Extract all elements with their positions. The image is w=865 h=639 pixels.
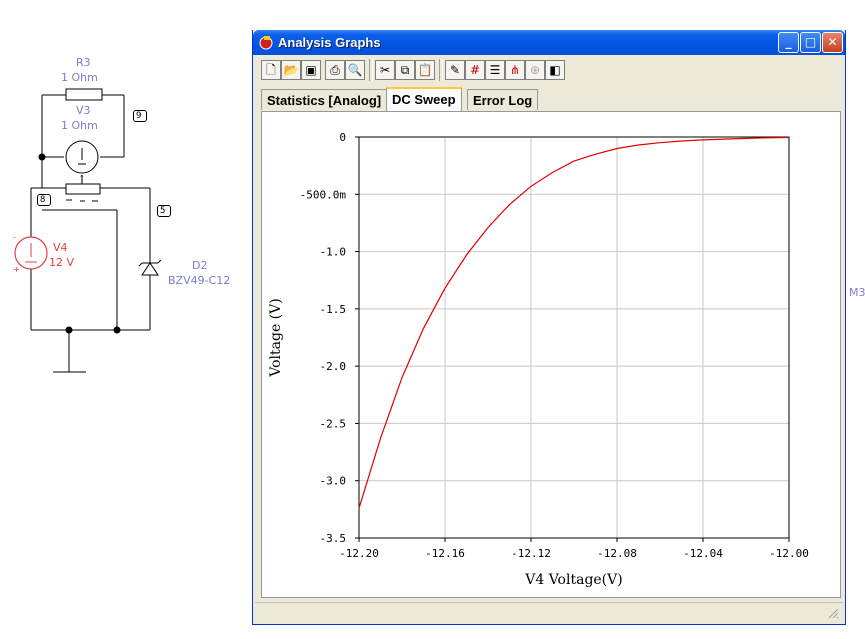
v4-name: V4 [53,241,68,254]
overview-icon: ◧ [549,63,561,77]
new-button[interactable]: 🗋 [261,60,281,80]
v3-value: 1 Ohm [61,119,98,132]
maximize-button[interactable]: □ [800,32,821,53]
status-bar [255,602,843,621]
series-line [358,136,790,509]
minimize-icon: _ [785,35,792,49]
cursor-icon: ⋔ [509,63,521,77]
d2-value: BZV49-C12 [168,274,231,287]
y-tick-label: -2.0 [320,360,347,373]
zener-diode-d2 [138,259,162,276]
close-icon: ✕ [827,35,838,49]
analysis-graphs-window[interactable]: Analysis Graphs _ □ ✕ 🗋 📂 ▣ ⎙ 🔍 ✂ ⧉ 📋 ✎ … [252,30,846,625]
copy-button[interactable]: ⧉ [395,60,415,80]
save-icon: ▣ [305,63,317,77]
r3-name: R3 [76,56,91,69]
toolbar: 🗋 📂 ▣ ⎙ 🔍 ✂ ⧉ 📋 ✎ # ☰ ⋔ ⊕ ◧ [257,58,609,84]
properties-icon: ✎ [449,63,461,77]
y-tick-label: -1.5 [320,303,347,316]
resistor-meter [65,183,101,195]
print-button[interactable]: ⎙ [325,60,345,80]
app-icon [259,36,273,50]
open-icon: 📂 [283,63,299,77]
cut-icon: ✂ [379,63,391,77]
print-preview-icon: 🔍 [347,63,363,77]
v3-name: V3 [76,104,91,117]
grid-icon: # [469,63,481,77]
x-tick-label: -12.16 [425,547,465,560]
circuit-schematic: ↑ - + [13,88,162,373]
tab-statistics-analog[interactable]: Statistics [Analog] [261,89,388,110]
node-label-8[interactable]: 8 [37,194,52,206]
x-tick-label: -12.20 [339,547,379,560]
legend-button[interactable]: ☰ [485,60,505,80]
d2-name: D2 [192,259,208,272]
side-label-m3: M3 [849,286,865,299]
svg-text:↑: ↑ [79,174,85,182]
x-axis-title: V4 Voltage(V) [524,572,622,588]
new-icon: 🗋 [266,63,276,77]
x-tick-label: -12.12 [511,547,551,560]
paste-icon: 📋 [417,63,433,77]
y-axis-title: Voltage (V) [268,298,284,377]
v4-value: 12 V [49,256,75,269]
grid-layer [359,137,789,538]
save-button[interactable]: ▣ [301,60,321,80]
zoom-icon: ⊕ [529,63,541,77]
svg-text:-: - [13,233,16,242]
node-label-5[interactable]: 5 [157,205,172,217]
cursor-button[interactable]: ⋔ [505,60,525,80]
y-tick-label: 0 [339,131,346,144]
cut-button[interactable]: ✂ [375,60,395,80]
x-tick-label: -12.00 [769,547,809,560]
properties-button[interactable]: ✎ [445,60,465,80]
print-icon: ⎙ [330,63,340,77]
svg-text:+: + [13,265,20,274]
resize-grip-icon[interactable] [827,607,839,619]
window-title: Analysis Graphs [278,35,381,50]
dc-sweep-chart[interactable]: -12.20 -12.16 -12.12 -12.08 -12.04 -12.00 0 -50… [262,112,840,597]
plot-frame [358,136,790,539]
ticks-layer: -12.20 -12.16 -12.12 -12.08 -12.04 -12.00 0 -50… [300,131,809,560]
x-tick-label: -12.08 [597,547,637,560]
print-preview-button[interactable]: 🔍 [345,60,365,80]
axes-layer [355,136,790,542]
node-label-9[interactable]: 9 [133,110,148,122]
overview-button[interactable]: ◧ [545,60,565,80]
y-tick-label: -500.0m [300,188,347,201]
tab-error-log[interactable]: Error Log [467,89,539,110]
plot-panel[interactable]: -12.20 -12.16 -12.12 -12.08 -12.04 -12.00 0 -50… [261,111,841,598]
minimize-button[interactable]: _ [778,32,799,53]
r3-value: 1 Ohm [61,71,98,84]
x-tick-label: -12.04 [683,547,723,560]
maximize-icon: □ [804,35,817,49]
legend-icon: ☰ [489,63,501,77]
open-button[interactable]: 📂 [281,60,301,80]
grid-button[interactable]: # [465,60,485,80]
series-layer [358,136,790,509]
zoom-button[interactable]: ⊕ [525,60,545,80]
tab-dc-sweep[interactable]: DC Sweep [386,87,462,112]
copy-icon: ⧉ [400,63,410,77]
resistor-r3 [65,88,103,101]
y-tick-label: -1.0 [320,246,347,259]
paste-button[interactable]: 📋 [415,60,435,80]
y-tick-label: -3.5 [320,532,347,545]
close-button[interactable]: ✕ [822,32,843,53]
y-tick-label: -3.0 [320,475,347,488]
title-bar[interactable]: Analysis Graphs _ □ ✕ [253,30,845,55]
y-tick-label: -2.5 [320,417,347,430]
